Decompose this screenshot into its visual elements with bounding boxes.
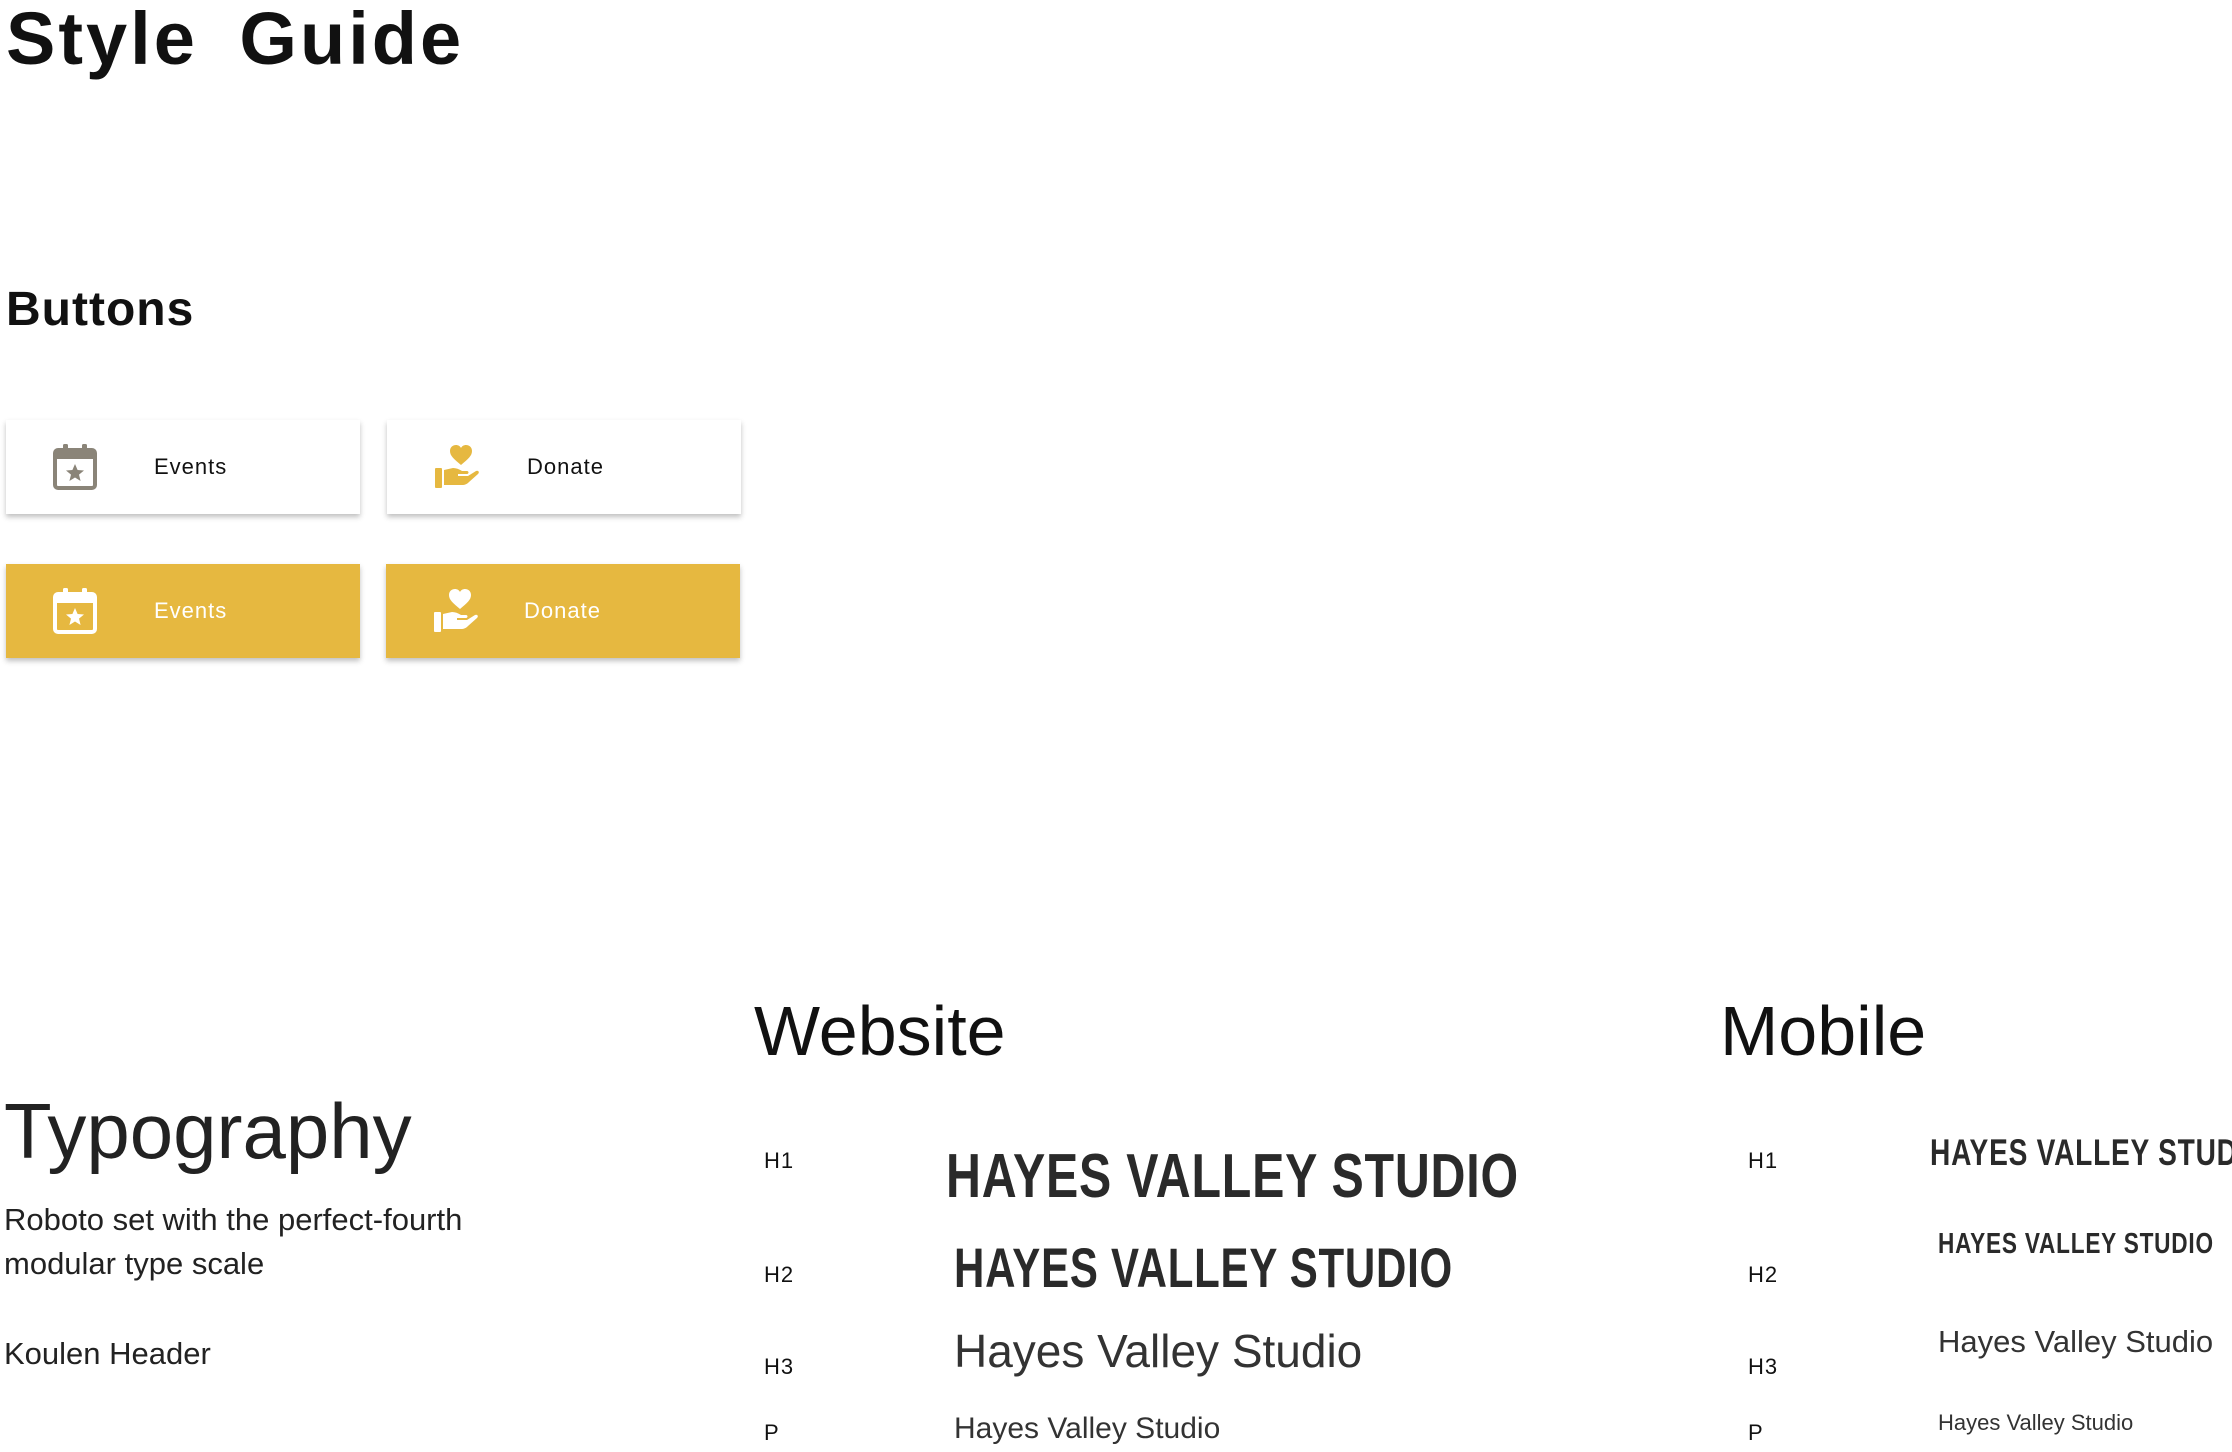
mobile-column-title: Mobile <box>1720 992 1927 1070</box>
mobile-h1-tag: H1 <box>1748 1148 1779 1173</box>
mobile-h2-sample: HAYES VALLEY STUDIO <box>1938 1228 2214 1260</box>
donate-button-outline[interactable]: Donate <box>387 420 741 514</box>
events-button-label: Events <box>154 454 228 479</box>
mobile-h3-sample: Hayes Valley Studio <box>1938 1324 2214 1359</box>
mobile-h2-tag: H2 <box>1748 1262 1779 1287</box>
events-button-filled[interactable]: Events <box>6 564 360 658</box>
events-button-label: Events <box>154 598 228 623</box>
calendar-star-icon <box>53 444 97 490</box>
website-h2-tag: H2 <box>764 1262 795 1287</box>
typography-description: Roboto set with the perfect-fourth modul… <box>4 1202 463 1281</box>
mobile-h1-sample-wrap: HAYES VALLEY STUDIO <box>1930 1134 2232 1171</box>
mobile-p-tag: P <box>1748 1420 1764 1445</box>
buttons-section-title: Buttons <box>6 283 195 336</box>
mobile-h2-sample-wrap: HAYES VALLEY STUDIO <box>1938 1230 2232 1259</box>
website-p-sample: Hayes Valley Studio <box>954 1412 1221 1445</box>
website-h2-sample-wrap: HAYES VALLEY STUDIO <box>954 1240 1619 1296</box>
website-h1-sample: HAYES VALLEY STUDIO <box>946 1142 1519 1211</box>
mobile-h1-sample: HAYES VALLEY STUDIO <box>1930 1132 2232 1173</box>
donate-button-label: Donate <box>527 454 604 479</box>
donate-button-label: Donate <box>524 598 601 623</box>
mobile-h3-tag: H3 <box>1748 1354 1779 1379</box>
website-h1-sample-wrap: HAYES VALLEY STUDIO <box>946 1146 1680 1208</box>
calendar-star-icon <box>53 588 97 634</box>
header-font-name: Koulen Header <box>4 1336 211 1371</box>
website-p-tag: P <box>764 1420 780 1445</box>
events-button-outline[interactable]: Events <box>6 420 360 514</box>
donate-button-filled[interactable]: Donate <box>386 564 740 658</box>
website-h1-tag: H1 <box>764 1148 795 1173</box>
heart-hand-icon <box>434 589 478 632</box>
mobile-p-sample: Hayes Valley Studio <box>1938 1410 2134 1435</box>
website-column-title: Website <box>754 992 1006 1070</box>
website-h3-sample: Hayes Valley Studio <box>954 1325 1363 1377</box>
typography-title: Typography <box>4 1087 412 1175</box>
page-title: Style Guide <box>6 0 465 80</box>
website-h2-sample: HAYES VALLEY STUDIO <box>954 1236 1453 1299</box>
website-h3-tag: H3 <box>764 1354 795 1379</box>
heart-hand-icon <box>435 445 479 488</box>
